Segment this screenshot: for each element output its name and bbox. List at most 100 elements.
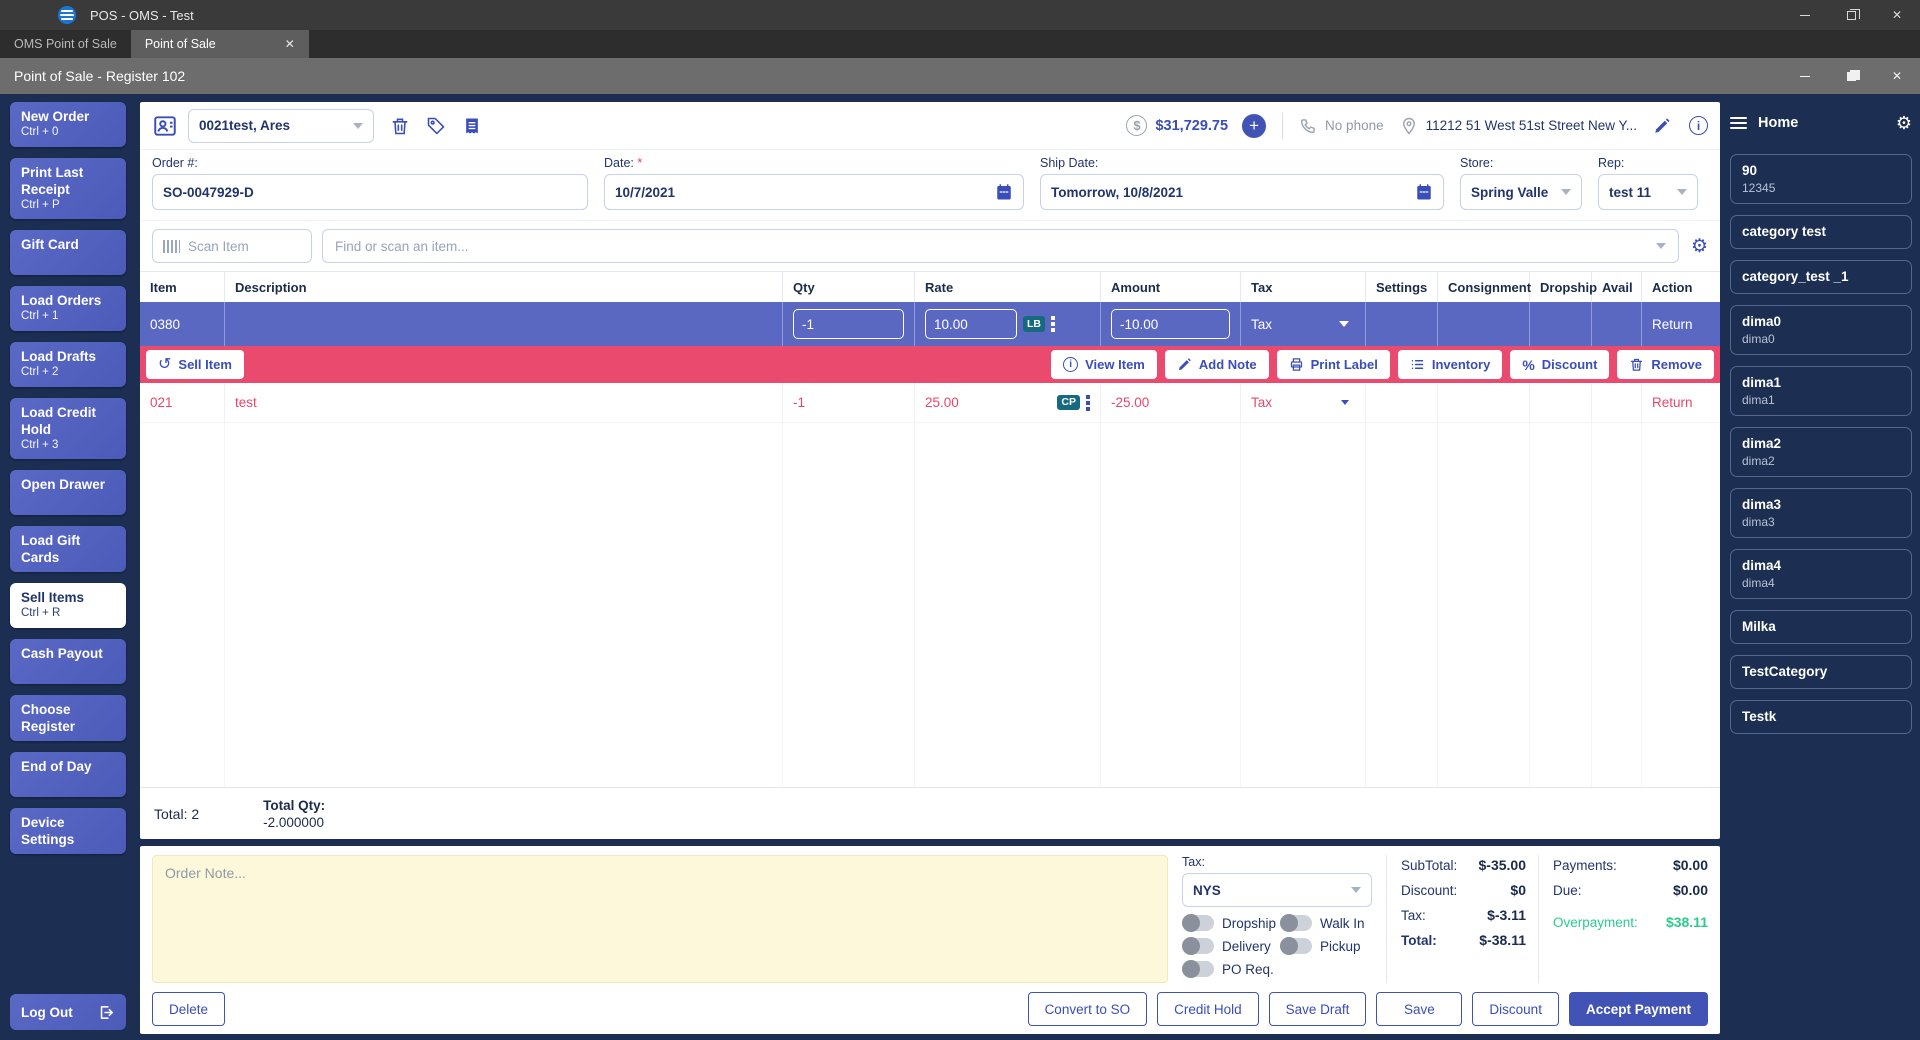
date-field[interactable] — [604, 174, 1024, 210]
tax-select[interactable]: Tax — [1251, 317, 1355, 332]
minimize-button[interactable] — [1782, 0, 1828, 30]
kebab-menu-icon[interactable] — [1086, 394, 1090, 411]
payments-column: Payments: $0.00 Due: $0.00 Overpayment: $38… — [1538, 855, 1708, 983]
view-item-button[interactable]: i View Item — [1051, 350, 1157, 379]
discount-button[interactable]: Discount — [1472, 992, 1559, 1026]
print-label-button[interactable]: Print Label — [1276, 350, 1390, 379]
sidebar-item-load-credit-hold[interactable]: Load Credit Hold Ctrl + 3 — [10, 398, 126, 459]
sidebar-item-load-drafts[interactable]: Load Drafts Ctrl + 2 — [10, 342, 126, 387]
category-dima3[interactable]: dima3 dima3 — [1730, 488, 1912, 538]
find-item-input[interactable] — [335, 238, 1656, 254]
add-payment-icon[interactable]: + — [1242, 113, 1267, 138]
rep-select[interactable]: test 11 — [1598, 174, 1698, 210]
close-button[interactable]: ✕ — [1874, 0, 1920, 30]
register-close-button[interactable]: ✕ — [1874, 58, 1920, 94]
sidebar-item-cash-payout[interactable]: Cash Payout — [10, 639, 126, 684]
category-testcategory[interactable]: TestCategory — [1730, 655, 1912, 689]
amount-input[interactable] — [1111, 309, 1230, 339]
restore-button[interactable] — [1828, 0, 1874, 30]
table-row-selected[interactable]: 0380 LB Tax — [140, 302, 1720, 346]
toggle-po-req[interactable]: PO Req. — [1182, 960, 1276, 978]
save-button[interactable]: Save — [1376, 992, 1463, 1026]
toggle-pickup[interactable]: Pickup — [1280, 937, 1372, 955]
scan-item-input[interactable] — [188, 238, 301, 254]
sidebar-item-device-settings[interactable]: Device Settings — [10, 808, 126, 854]
category-dima1[interactable]: dima1 dima1 — [1730, 366, 1912, 416]
toggle-delivery[interactable]: Delivery — [1182, 937, 1276, 955]
item-settings-gear-icon[interactable]: ⚙ — [1691, 237, 1708, 256]
ship-date-input[interactable] — [1051, 184, 1415, 200]
payments-label: Payments: — [1553, 858, 1617, 873]
delete-customer-icon[interactable] — [390, 116, 410, 136]
toggle-switch[interactable] — [1280, 914, 1313, 932]
tab-oms-point-of-sale[interactable]: OMS Point of Sale — [0, 30, 131, 58]
find-item-field[interactable] — [322, 229, 1679, 263]
category-90[interactable]: 90 12345 — [1730, 154, 1912, 204]
customer-select[interactable]: 0021test, Ares — [188, 108, 374, 143]
barcode-icon — [163, 239, 180, 253]
store-select[interactable]: Spring Valle — [1460, 174, 1582, 210]
sidebar-item-open-drawer[interactable]: Open Drawer — [10, 470, 126, 515]
sidebar-item-new-order[interactable]: New Order Ctrl + 0 — [10, 102, 126, 147]
ship-date-field[interactable] — [1040, 174, 1444, 210]
table-row[interactable]: 021 test -1 25.00 CP -25.00 Tax Return — [140, 383, 1720, 423]
sidebar-item-print-last-receipt[interactable]: Print Last Receipt Ctrl + P — [10, 158, 126, 219]
category-category-test[interactable]: category test — [1730, 215, 1912, 249]
toggle-switch[interactable] — [1182, 914, 1214, 932]
settings-gear-icon[interactable]: ⚙ — [1896, 114, 1912, 132]
tab-close-icon[interactable]: ✕ — [285, 37, 295, 51]
register-restore-button[interactable] — [1828, 58, 1874, 94]
category-dima2[interactable]: dima2 dima2 — [1730, 427, 1912, 477]
toggle-walk-in[interactable]: Walk In — [1280, 914, 1372, 932]
toggle-switch[interactable] — [1280, 937, 1313, 955]
calendar-icon[interactable] — [995, 183, 1013, 201]
order-number-input[interactable] — [163, 184, 577, 200]
qty-input[interactable] — [793, 309, 904, 339]
register-minimize-button[interactable] — [1782, 58, 1828, 94]
receipt-icon[interactable] — [462, 116, 482, 136]
cell-action[interactable]: Return — [1642, 383, 1720, 423]
category-category-test-1[interactable]: category_test _1 — [1730, 260, 1912, 294]
category-dima0[interactable]: dima0 dima0 — [1730, 305, 1912, 355]
sidebar-item-load-gift-cards[interactable]: Load Gift Cards — [10, 526, 126, 572]
credit-hold-button[interactable]: Credit Hold — [1157, 992, 1259, 1026]
info-icon[interactable]: i — [1689, 116, 1708, 135]
toggle-switch[interactable] — [1182, 960, 1214, 978]
rate-input[interactable] — [925, 309, 1017, 339]
inventory-button[interactable]: Inventory — [1397, 350, 1503, 379]
calendar-icon[interactable] — [1415, 183, 1433, 201]
date-input[interactable] — [615, 184, 995, 200]
kebab-menu-icon[interactable] — [1051, 316, 1055, 332]
toggle-switch[interactable] — [1182, 937, 1214, 955]
save-draft-button[interactable]: Save Draft — [1268, 992, 1367, 1026]
add-note-button[interactable]: Add Note — [1164, 350, 1269, 379]
order-note-input[interactable] — [152, 855, 1168, 983]
sell-item-button[interactable]: ↺ Sell Item — [146, 350, 244, 379]
tab-point-of-sale[interactable]: Point of Sale ✕ — [130, 30, 309, 58]
toggle-dropship[interactable]: Dropship — [1182, 914, 1276, 932]
convert-to-so-button[interactable]: Convert to SO — [1027, 992, 1148, 1026]
order-number-field[interactable] — [152, 174, 588, 210]
sidebar-item-gift-card[interactable]: Gift Card — [10, 230, 126, 275]
accept-payment-button[interactable]: Accept Payment — [1568, 992, 1708, 1026]
sidebar-item-sell-items[interactable]: Sell Items Ctrl + R — [10, 583, 126, 628]
category-testk[interactable]: Testk — [1730, 700, 1912, 734]
tax-select[interactable]: NYS — [1182, 873, 1372, 907]
remove-item-button[interactable]: Remove — [1617, 350, 1714, 379]
scan-item-field[interactable] — [152, 229, 312, 263]
menu-icon[interactable] — [1730, 114, 1747, 132]
edit-address-icon[interactable] — [1653, 117, 1671, 135]
sidebar-item-choose-register[interactable]: Choose Register — [10, 695, 126, 741]
discount-item-button[interactable]: % Discount — [1510, 350, 1610, 379]
cell-action[interactable]: Return — [1642, 302, 1720, 346]
sidebar-item-end-of-day[interactable]: End of Day — [10, 752, 126, 797]
category-dima4[interactable]: dima4 dima4 — [1730, 549, 1912, 599]
contact-card-icon[interactable] — [152, 113, 178, 139]
logout-button[interactable]: Log Out — [10, 994, 126, 1030]
tag-icon[interactable] — [426, 116, 446, 136]
sidebar-item-load-orders[interactable]: Load Orders Ctrl + 1 — [10, 286, 126, 331]
tax-select[interactable]: Tax — [1251, 395, 1355, 410]
cell-amount — [1101, 302, 1241, 346]
category-milka[interactable]: Milka — [1730, 610, 1912, 644]
delete-button[interactable]: Delete — [152, 992, 226, 1026]
